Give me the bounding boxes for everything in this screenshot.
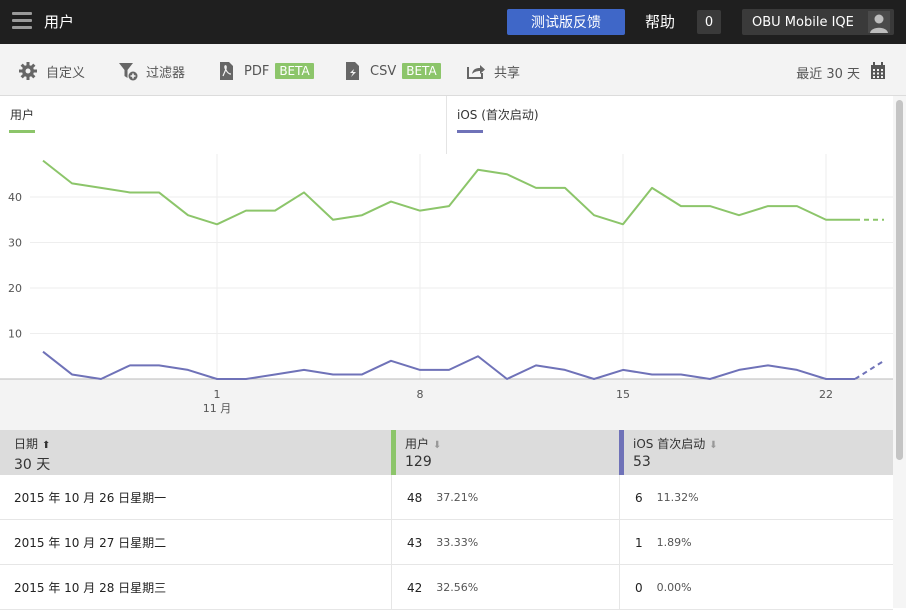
y-tick-label: 20 — [8, 282, 22, 295]
users-cell: 43 33.33% — [407, 520, 478, 565]
notification-badge[interactable]: 0 — [697, 10, 721, 34]
column-divider — [391, 565, 392, 610]
users-percent: 33.33% — [436, 536, 479, 549]
account-name: OBU Mobile IQE — [752, 14, 854, 30]
share-label: 共享 — [494, 65, 521, 81]
csv-label: CSV — [370, 63, 397, 79]
filter-label: 过滤器 — [146, 65, 186, 81]
users-cell: 48 37.21% — [407, 475, 478, 520]
scrollbar[interactable] — [893, 96, 906, 608]
x-month-label: 11 月 — [203, 402, 232, 415]
users-cell: 42 32.56% — [407, 565, 478, 610]
csv-export-button[interactable]: CSV BETA — [344, 62, 441, 80]
ios-percent: 1.89% — [656, 536, 692, 549]
column-header-date-label: 日期 — [14, 437, 39, 451]
toolbar: 自定义 过滤器 PDF BETA CSV BETA 共享 最近 30 天 — [0, 44, 906, 96]
column-header-users[interactable]: 用户 ⬇ 129 — [391, 430, 619, 475]
pdf-label: PDF — [244, 63, 270, 79]
table-row[interactable]: 2015 年 10 月 28 日星期三 42 32.56% 0 0.00% — [0, 565, 893, 610]
table-row[interactable]: 2015 年 10 月 26 日星期一 48 37.21% 6 11.32% — [0, 475, 893, 520]
x-tick-label: 22 — [819, 388, 833, 401]
users-value: 43 — [407, 535, 423, 550]
chart-panel: 用户 iOS (首次启动) 10 20 30 40 1 8 15 22 11 月 — [0, 96, 893, 430]
date-range-label[interactable]: 最近 30 天 — [796, 63, 860, 82]
pdf-icon — [220, 62, 233, 80]
feedback-button[interactable]: 测试版反馈 — [507, 9, 625, 35]
sort-asc-icon: ⬆ — [42, 440, 51, 451]
pdf-beta-badge: BETA — [275, 63, 314, 79]
table-header: 日期 ⬆ 30 天 用户 ⬇ 129 iOS 首次启动 ⬇ 53 — [0, 430, 893, 475]
column-header-ios[interactable]: iOS 首次启动 ⬇ 53 — [619, 430, 893, 475]
x-tick-label: 8 — [417, 388, 424, 401]
menu-icon[interactable] — [12, 12, 32, 30]
page-title: 用户 — [44, 13, 75, 31]
ios-value: 6 — [635, 490, 643, 505]
filter-button[interactable]: 过滤器 — [118, 62, 186, 81]
date-cell: 2015 年 10 月 28 日星期三 — [14, 581, 167, 595]
y-tick-label: 30 — [8, 237, 22, 250]
account-button[interactable]: OBU Mobile IQE — [742, 9, 894, 35]
sort-desc-icon: ⬇ — [433, 440, 442, 451]
csv-file-icon — [346, 62, 359, 80]
share-icon — [467, 65, 485, 79]
column-header-ios-total: 53 — [633, 454, 651, 470]
csv-beta-badge: BETA — [402, 63, 441, 79]
customize-button[interactable]: 自定义 — [18, 62, 86, 81]
x-tick-label: 1 — [214, 388, 221, 401]
series-line — [42, 159, 855, 226]
ios-value: 1 — [635, 535, 643, 550]
column-header-date[interactable]: 日期 ⬆ 30 天 — [0, 430, 391, 475]
top-bar: 用户 测试版反馈 帮助 0 OBU Mobile IQE — [0, 0, 906, 44]
ios-color-bar — [619, 430, 624, 475]
users-color-bar — [391, 430, 396, 475]
data-table: 日期 ⬆ 30 天 用户 ⬇ 129 iOS 首次启动 ⬇ 53 2015 年 10 … — [0, 430, 893, 610]
customize-label: 自定义 — [46, 65, 86, 81]
gear-icon — [19, 62, 37, 80]
column-header-ios-label: iOS 首次启动 — [633, 437, 706, 451]
column-header-date-sub: 30 天 — [14, 457, 51, 473]
ios-cell: 6 11.32% — [635, 475, 699, 520]
filter-icon — [119, 63, 138, 81]
ios-cell: 1 1.89% — [635, 520, 692, 565]
column-divider — [619, 565, 620, 610]
sort-desc-icon: ⬇ — [709, 440, 718, 451]
line-chart: 10 20 30 40 1 8 15 22 11 月 — [0, 154, 893, 415]
column-header-users-total: 129 — [405, 454, 432, 470]
table-row[interactable]: 2015 年 10 月 27 日星期二 43 33.33% 1 1.89% — [0, 520, 893, 565]
pdf-export-button[interactable]: PDF BETA — [218, 62, 314, 80]
ios-percent: 0.00% — [656, 581, 692, 594]
users-percent: 37.21% — [436, 491, 479, 504]
x-tick-label: 15 — [616, 388, 630, 401]
users-percent: 32.56% — [436, 581, 479, 594]
ios-percent: 11.32% — [656, 491, 699, 504]
users-value: 48 — [407, 490, 423, 505]
y-tick-label: 10 — [8, 328, 22, 341]
help-link[interactable]: 帮助 — [645, 11, 675, 32]
column-divider — [391, 520, 392, 565]
user-avatar-icon — [868, 11, 890, 33]
y-tick-label: 40 — [8, 191, 22, 204]
column-header-users-label: 用户 — [405, 437, 430, 451]
date-cell: 2015 年 10 月 26 日星期一 — [14, 491, 167, 505]
column-divider — [619, 520, 620, 565]
ios-cell: 0 0.00% — [635, 565, 692, 610]
scrollbar-thumb[interactable] — [896, 100, 903, 460]
date-cell: 2015 年 10 月 27 日星期二 — [14, 536, 167, 550]
calendar-icon[interactable] — [870, 62, 886, 80]
users-value: 42 — [407, 580, 423, 595]
ios-value: 0 — [635, 580, 643, 595]
column-divider — [391, 475, 392, 520]
share-button[interactable]: 共享 — [466, 62, 521, 81]
series-line — [42, 350, 855, 380]
column-divider — [619, 475, 620, 520]
series-projection-line — [854, 359, 885, 380]
